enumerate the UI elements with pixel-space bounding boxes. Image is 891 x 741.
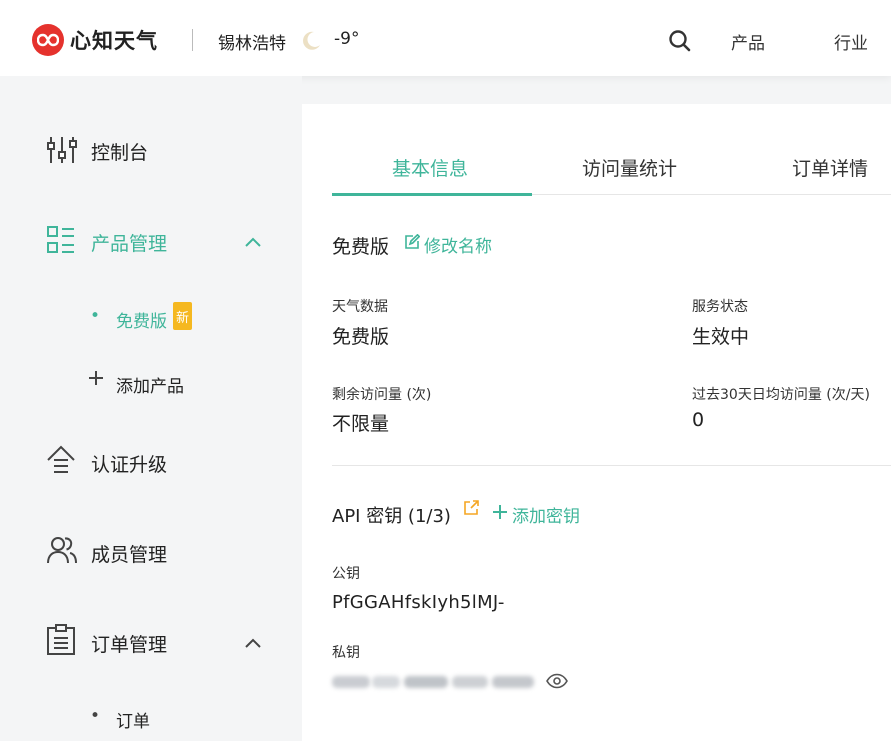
private-key-masked xyxy=(332,670,537,694)
sidebar: 控制台 产品管理 • 免费版 新 添加产品 认证升级 成员管理 订单管理 • 订… xyxy=(0,76,302,741)
sidebar-item-label: 控制台 xyxy=(91,142,149,164)
remaining-label: 剩余访问量 (次) xyxy=(332,387,432,403)
service-status-value: 生效中 xyxy=(692,326,750,348)
weather-data-label: 天气数据 xyxy=(332,299,388,315)
header-divider xyxy=(192,29,193,51)
rename-button[interactable]: 修改名称 xyxy=(404,232,492,257)
public-key-label: 公钥 xyxy=(332,566,360,582)
nav-products[interactable]: 产品 xyxy=(731,29,765,54)
brand-logo[interactable]: 心知天气 xyxy=(32,24,158,56)
bullet-dot-icon: • xyxy=(90,306,101,326)
service-status-label: 服务状态 xyxy=(692,299,748,315)
tab-traffic-stats[interactable]: 访问量统计 xyxy=(582,154,677,181)
api-key-title: API 密钥 (1/3) xyxy=(332,506,451,527)
edit-icon xyxy=(404,233,421,255)
daily-average-label: 过去30天日均访问量 (次/天) xyxy=(692,387,870,403)
bullet-dot-icon: • xyxy=(90,706,101,726)
product-list-icon xyxy=(46,225,76,260)
sidebar-item-label: 产品管理 xyxy=(91,233,168,255)
city-name[interactable]: 锡林浩特 xyxy=(218,29,286,54)
private-key-label: 私钥 xyxy=(332,645,360,661)
dashboard-sliders-icon xyxy=(46,134,78,171)
add-key-label: 添加密钥 xyxy=(512,507,580,527)
members-icon xyxy=(46,535,78,570)
active-tab-indicator xyxy=(332,193,532,196)
temperature: -9° xyxy=(334,29,360,49)
moon-icon xyxy=(300,30,322,56)
rename-label: 修改名称 xyxy=(424,237,492,257)
sidebar-item-label: 订单管理 xyxy=(91,634,168,656)
external-link-icon[interactable] xyxy=(464,500,479,519)
daily-average-value: 0 xyxy=(692,409,705,431)
brand-name: 心知天气 xyxy=(70,29,158,53)
main-panel: 基本信息 访问量统计 订单详情 免费版 修改名称 天气数据 免费版 服务状态 生… xyxy=(302,104,891,741)
sub-item-label: 添加产品 xyxy=(116,377,184,397)
plan-name: 免费版 xyxy=(332,236,390,258)
upgrade-icon xyxy=(46,444,76,481)
tab-order-details[interactable]: 订单详情 xyxy=(792,154,868,181)
sidebar-item-label: 成员管理 xyxy=(91,544,168,566)
add-key-button[interactable]: 添加密钥 xyxy=(492,502,580,527)
public-key-value[interactable]: PfGGAHfskIyh5lMJ- xyxy=(332,592,505,613)
sub-item-label: 免费版 xyxy=(116,312,167,332)
section-divider xyxy=(332,465,891,466)
weather-data-value: 免费版 xyxy=(332,326,390,348)
infinity-logo-icon xyxy=(32,24,64,56)
sidebar-item-label: 认证升级 xyxy=(91,454,168,476)
eye-icon[interactable] xyxy=(546,673,568,693)
remaining-value: 不限量 xyxy=(332,413,390,435)
chevron-up-icon[interactable] xyxy=(244,231,262,253)
search-icon[interactable] xyxy=(668,29,692,57)
top-bar: 心知天气 锡林浩特 -9° 产品 行业 xyxy=(0,0,891,76)
plus-icon xyxy=(492,504,508,525)
tab-basic-info[interactable]: 基本信息 xyxy=(392,154,468,181)
clipboard-icon xyxy=(46,624,76,661)
new-badge: 新 xyxy=(173,302,192,330)
plus-icon xyxy=(88,370,104,391)
chevron-up-icon[interactable] xyxy=(244,632,262,654)
sub-item-label: 订单 xyxy=(116,712,150,732)
nav-industry[interactable]: 行业 xyxy=(834,29,868,54)
